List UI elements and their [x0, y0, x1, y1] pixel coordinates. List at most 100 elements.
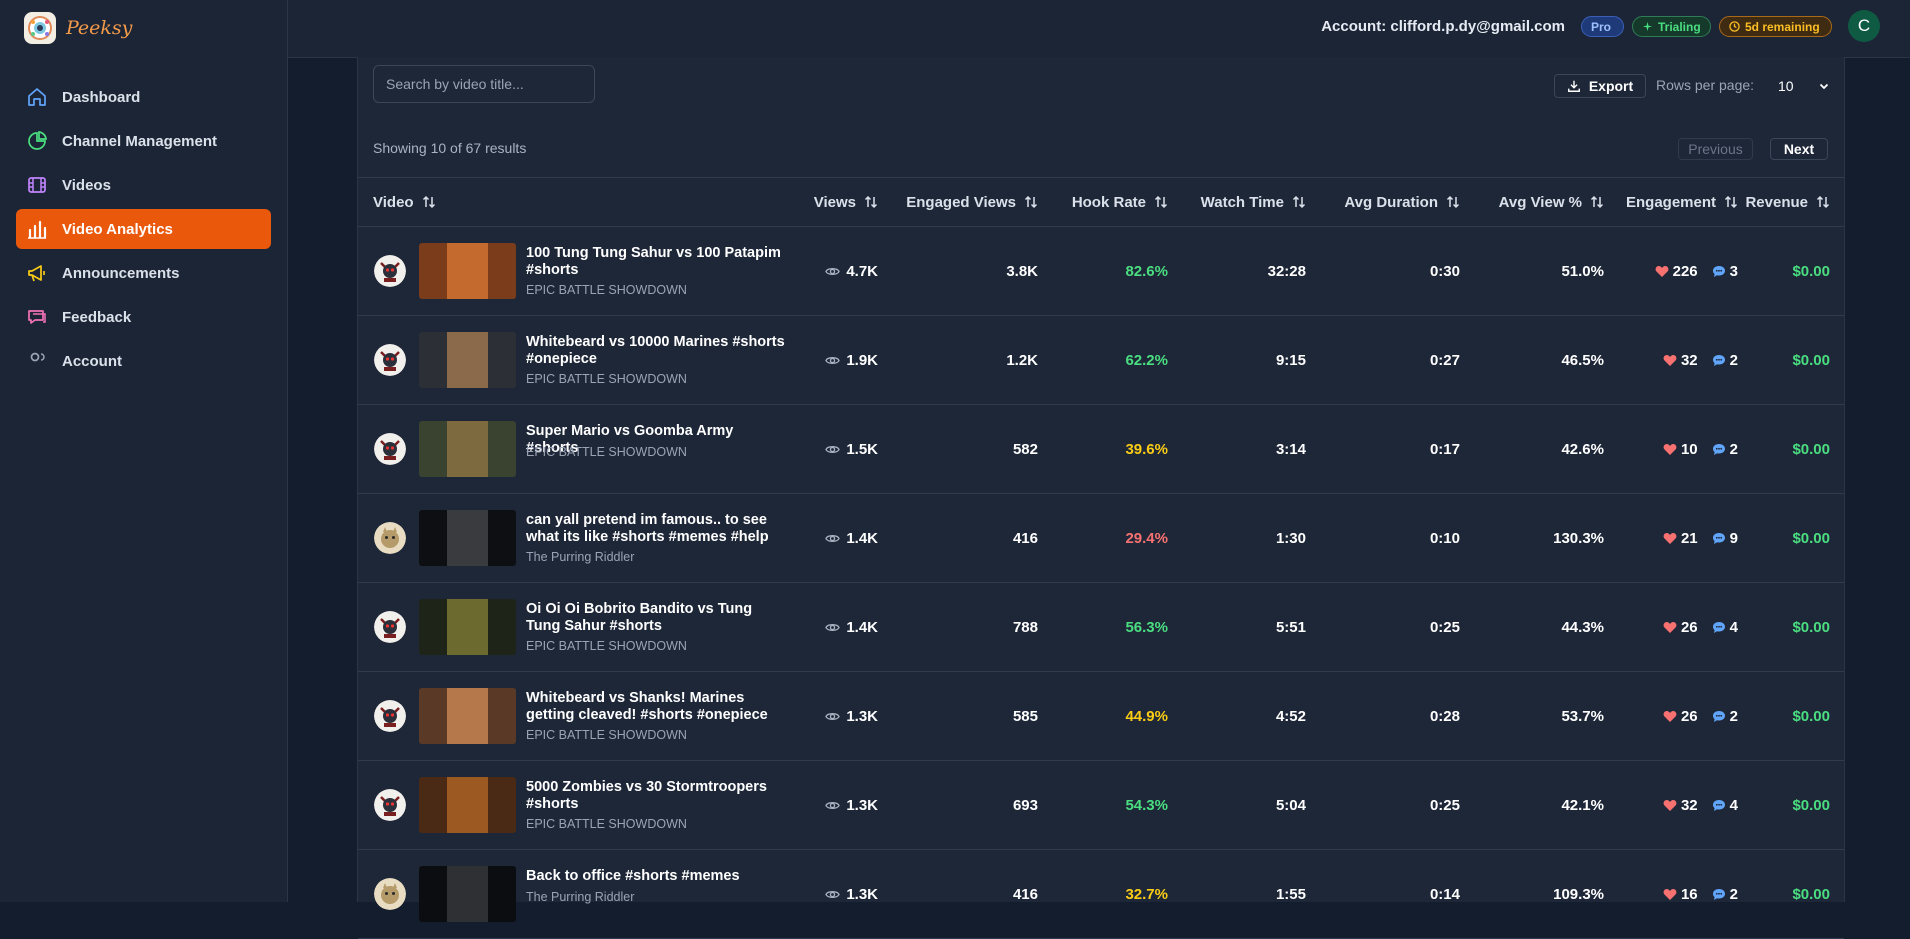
video-title[interactable]: 100 Tung Tung Sahur vs 100 Patapim #shor… — [526, 245, 786, 279]
engaged-views-value: 788 — [1012, 618, 1038, 636]
sidebar-item-videos[interactable]: Videos — [16, 165, 271, 205]
thumbnail-frame — [447, 866, 488, 922]
table-row[interactable]: Back to office #shorts #memes The Purring… — [358, 850, 1844, 939]
column-header-avg-view[interactable]: Avg View % — [1468, 178, 1604, 226]
sort-icon — [1154, 195, 1168, 209]
video-thumbnail[interactable] — [419, 243, 516, 299]
comment-icon — [1712, 710, 1726, 723]
hook-rate-value: 32.7% — [1125, 885, 1168, 903]
export-button[interactable]: Export — [1554, 74, 1646, 98]
video-title[interactable]: Back to office #shorts #memes — [526, 868, 786, 885]
engaged-views-value: 3.8K — [1006, 262, 1038, 280]
video-thumbnail[interactable] — [419, 510, 516, 566]
table-row[interactable]: 5000 Zombies vs 30 Stormtroopers #shorts… — [358, 761, 1844, 850]
hook-rate-value: 62.2% — [1125, 351, 1168, 369]
comment-icon — [1712, 532, 1726, 545]
sidebar-item-announcements[interactable]: Announcements — [16, 253, 271, 293]
logo[interactable]: Peeksy — [24, 12, 132, 44]
column-label: Revenue — [1745, 193, 1808, 211]
thumbnail-frame — [447, 688, 488, 744]
table-row[interactable]: Whitebeard vs Shanks! Marines getting cl… — [358, 672, 1844, 761]
avg-view-percent-value: 42.6% — [1561, 440, 1604, 458]
sidebar-item-feedback[interactable]: Feedback — [16, 297, 271, 337]
hook-rate-value: 44.9% — [1125, 707, 1168, 725]
video-title[interactable]: Whitebeard vs Shanks! Marines getting cl… — [526, 690, 786, 724]
avg-duration-value: 0:28 — [1429, 707, 1460, 725]
engaged-views-value: 585 — [1012, 707, 1038, 725]
table-row[interactable]: Whitebeard vs 10000 Marines #shorts #one… — [358, 316, 1844, 405]
search-input[interactable] — [373, 65, 595, 103]
avg-view-percent-value: 53.7% — [1561, 707, 1604, 725]
video-thumbnail[interactable] — [419, 599, 516, 655]
video-title[interactable]: 5000 Zombies vs 30 Stormtroopers #shorts — [526, 779, 786, 813]
previous-button[interactable]: Previous — [1678, 138, 1753, 160]
sort-icon — [1446, 195, 1460, 209]
sidebar-item-channel-management[interactable]: Channel Management — [16, 121, 271, 161]
message-icon — [26, 306, 48, 328]
table-row[interactable]: Super Mario vs Goomba Army #shorts EPIC B… — [358, 405, 1844, 494]
column-header-hook-rate[interactable]: Hook Rate — [1058, 178, 1168, 226]
video-channel: The Purring Riddler — [526, 550, 635, 564]
video-title[interactable]: Whitebeard vs 10000 Marines #shorts #one… — [526, 334, 786, 368]
eye-icon — [825, 531, 841, 546]
users-icon — [26, 350, 48, 372]
views-value: 4.7K — [846, 262, 878, 280]
hook-rate-value: 56.3% — [1125, 618, 1168, 636]
video-thumbnail[interactable] — [419, 688, 516, 744]
column-header-avg-duration[interactable]: Avg Duration — [1318, 178, 1460, 226]
video-thumbnail[interactable] — [419, 866, 516, 922]
table-row[interactable]: Oi Oi Oi Bobrito Bandito vs Tung Tung Sa… — [358, 583, 1844, 672]
user-avatar[interactable]: C — [1848, 10, 1880, 42]
hook-rate-value: 54.3% — [1125, 796, 1168, 814]
views-cell: 1.3K — [798, 672, 878, 760]
engagement-cell: 226 3 — [1608, 227, 1738, 315]
column-header-views[interactable]: Views — [798, 178, 878, 226]
video-channel: EPIC BATTLE SHOWDOWN — [526, 283, 687, 297]
column-header-watch-time[interactable]: Watch Time — [1178, 178, 1306, 226]
table-row[interactable]: 100 Tung Tung Sahur vs 100 Patapim #shor… — [358, 227, 1844, 316]
video-thumbnail[interactable] — [419, 777, 516, 833]
column-header-revenue[interactable]: Revenue — [1745, 178, 1830, 226]
comment-icon — [1712, 621, 1726, 634]
channel-avatar — [374, 344, 406, 376]
revenue-value: $0.00 — [1792, 262, 1830, 280]
video-thumbnail[interactable] — [419, 421, 516, 477]
views-cell: 1.9K — [798, 316, 878, 404]
column-label: Views — [813, 193, 856, 211]
analytics-table: Video Views Engaged Views Hook Rate Watch Ti… — [358, 177, 1844, 939]
comments-value: 3 — [1729, 262, 1738, 280]
likes-value: 26 — [1680, 707, 1698, 725]
app-name: Peeksy — [66, 17, 133, 39]
video-title[interactable]: Oi Oi Oi Bobrito Bandito vs Tung Tung Sa… — [526, 601, 786, 635]
channel-avatar — [374, 433, 406, 465]
sort-icon — [1292, 195, 1306, 209]
column-header-engagement[interactable]: Engagement — [1608, 178, 1738, 226]
column-header-engaged-views[interactable]: Engaged Views — [888, 178, 1038, 226]
sidebar-item-dashboard[interactable]: Dashboard — [16, 77, 271, 117]
results-count: Showing 10 of 67 results — [373, 140, 527, 156]
sidebar-item-label: Dashboard — [62, 88, 141, 106]
eye-icon — [825, 264, 841, 279]
views-value: 1.4K — [846, 529, 878, 547]
thumbnail-frame — [447, 332, 488, 388]
column-header-video[interactable]: Video — [373, 178, 436, 226]
hook-rate-value: 29.4% — [1125, 529, 1168, 547]
hook-rate-value: 82.6% — [1125, 262, 1168, 280]
comments-value: 2 — [1729, 885, 1738, 903]
channel-avatar — [374, 255, 406, 287]
next-button[interactable]: Next — [1770, 138, 1828, 160]
column-label: Engagement — [1625, 193, 1716, 211]
hook-rate-value: 39.6% — [1125, 440, 1168, 458]
video-title[interactable]: can yall pretend im famous.. to see what… — [526, 512, 786, 546]
video-thumbnail[interactable] — [419, 332, 516, 388]
likes-value: 32 — [1680, 796, 1698, 814]
account-email: Account: clifford.p.dy@gmail.com — [1321, 18, 1565, 35]
column-label: Avg View % — [1498, 193, 1582, 211]
sidebar-item-account[interactable]: Account — [16, 341, 271, 381]
avg-duration-value: 0:30 — [1429, 262, 1460, 280]
channel-avatar — [374, 700, 406, 732]
sidebar-item-video-analytics[interactable]: Video Analytics — [16, 209, 271, 249]
rows-per-page-select[interactable]: 10 — [1772, 74, 1834, 98]
table-row[interactable]: can yall pretend im famous.. to see what… — [358, 494, 1844, 583]
revenue-value: $0.00 — [1792, 707, 1830, 725]
